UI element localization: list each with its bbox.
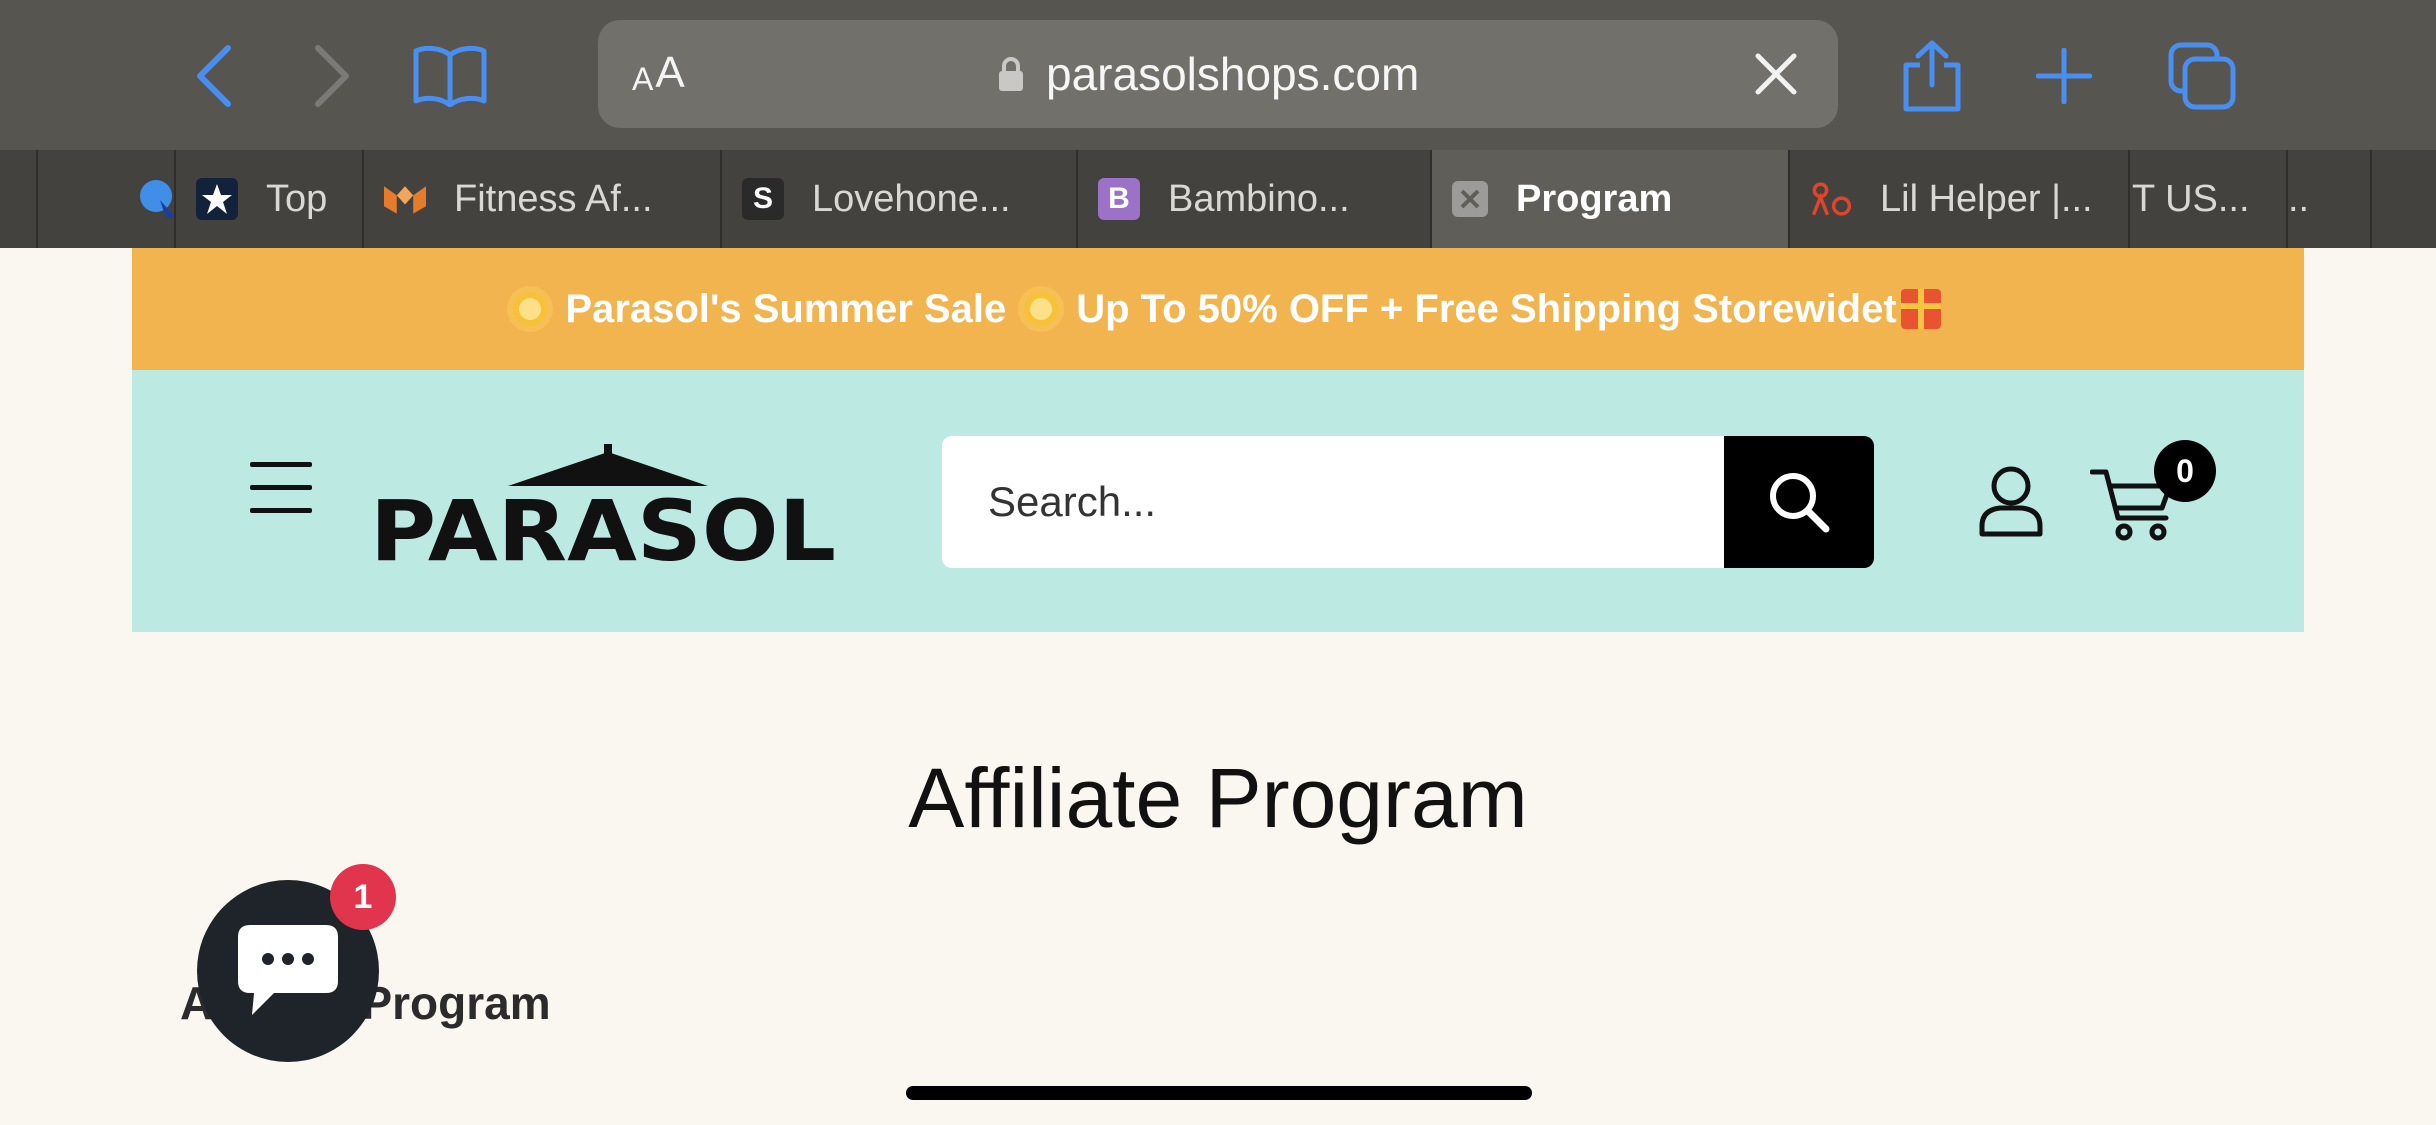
orange-m-favicon-icon bbox=[384, 178, 426, 220]
chat-notification-badge: 1 bbox=[330, 864, 396, 930]
red-figure-favicon-icon bbox=[1810, 178, 1852, 220]
forward-button[interactable] bbox=[304, 28, 360, 124]
menu-line bbox=[250, 508, 312, 513]
reader-small-a: A bbox=[632, 61, 654, 97]
open-book-icon bbox=[413, 45, 487, 107]
tab-5[interactable]: B Bambino... bbox=[1076, 150, 1430, 248]
chevron-right-icon bbox=[315, 45, 349, 107]
search-button[interactable] bbox=[1724, 436, 1874, 568]
tab-label: Fitness Af... bbox=[454, 177, 653, 220]
tab-label: Top bbox=[266, 177, 328, 220]
close-icon[interactable] bbox=[1750, 48, 1802, 100]
tab-label: Bambino... bbox=[1168, 177, 1350, 220]
search-form bbox=[942, 436, 1874, 568]
chevron-left-icon bbox=[197, 45, 231, 107]
tab-6-active[interactable]: Program bbox=[1430, 150, 1788, 248]
sun-icon bbox=[513, 292, 548, 326]
announcement-bar[interactable]: Parasol's Summer Sale Up To 50% OFF + Fr… bbox=[132, 248, 2304, 370]
close-tab-icon[interactable] bbox=[1452, 181, 1488, 217]
new-tab-button[interactable] bbox=[2034, 28, 2094, 124]
search-icon bbox=[1770, 473, 1830, 533]
tab-8[interactable]: T US... bbox=[2128, 150, 2286, 248]
s-favicon-icon: S bbox=[742, 178, 784, 220]
home-indicator[interactable] bbox=[906, 1086, 1532, 1100]
search-input[interactable] bbox=[942, 436, 1724, 568]
chat-bubble-icon bbox=[238, 925, 338, 1015]
tab-label: Lil Helper |... bbox=[1880, 177, 2093, 220]
tab-label: Lovehone... bbox=[812, 177, 1011, 220]
gift-icon bbox=[1900, 289, 1941, 329]
browser-toolbar: AA parasolshops.com bbox=[0, 0, 2436, 150]
tab-3[interactable]: Fitness Af... bbox=[362, 150, 720, 248]
b-favicon-icon: B bbox=[1098, 178, 1140, 220]
bookmarks-button[interactable] bbox=[410, 28, 490, 124]
announcement-text-part1: Parasol's Summer Sale bbox=[565, 286, 1007, 331]
reader-options-button[interactable]: AA bbox=[632, 20, 685, 128]
url-text: parasolshops.com bbox=[1046, 48, 1420, 100]
reader-large-a: A bbox=[655, 48, 685, 97]
tab-2[interactable]: Top bbox=[174, 150, 362, 248]
site-header: PARASOL 0 bbox=[132, 370, 2304, 632]
share-button[interactable] bbox=[1900, 28, 1964, 124]
sun-icon bbox=[1024, 292, 1059, 326]
tab-overflow[interactable] bbox=[2370, 150, 2436, 248]
tabs-overview-button[interactable] bbox=[2166, 28, 2238, 124]
parasol-logo[interactable]: PARASOL bbox=[368, 438, 838, 566]
blue-bird-favicon-icon bbox=[138, 178, 174, 220]
back-button[interactable] bbox=[186, 28, 242, 124]
tab-4[interactable]: S Lovehone... bbox=[720, 150, 1076, 248]
hamburger-menu-button[interactable] bbox=[250, 462, 312, 514]
tab-7[interactable]: Lil Helper |... bbox=[1788, 150, 2128, 248]
page-title: Affiliate Program bbox=[908, 751, 1528, 845]
tab-bar: Top Fitness Af... S Lovehone... B Bambin… bbox=[0, 150, 2436, 248]
star-logo-favicon-icon bbox=[196, 178, 238, 220]
tab-label: .. bbox=[2288, 177, 2310, 220]
tab-1[interactable] bbox=[36, 150, 174, 248]
announcement-text-part2: Up To 50% OFF + Free Shipping Storewidet bbox=[1076, 286, 1897, 331]
tab-9[interactable]: .. bbox=[2286, 150, 2370, 248]
account-icon[interactable] bbox=[1978, 466, 2044, 538]
cart-count-badge[interactable]: 0 bbox=[2154, 440, 2216, 502]
lock-icon bbox=[999, 57, 1023, 91]
menu-line bbox=[250, 485, 312, 490]
share-icon bbox=[1903, 40, 1961, 112]
tab-label: Program bbox=[1516, 177, 1673, 220]
url-display[interactable]: parasolshops.com bbox=[998, 20, 1419, 128]
tab-label: T US... bbox=[2132, 177, 2250, 220]
logo-text: PARASOL bbox=[370, 482, 836, 566]
menu-line bbox=[250, 462, 312, 467]
plus-icon bbox=[2036, 48, 2092, 104]
address-bar[interactable]: AA parasolshops.com bbox=[598, 20, 1838, 128]
tabs-icon bbox=[2168, 42, 2236, 110]
